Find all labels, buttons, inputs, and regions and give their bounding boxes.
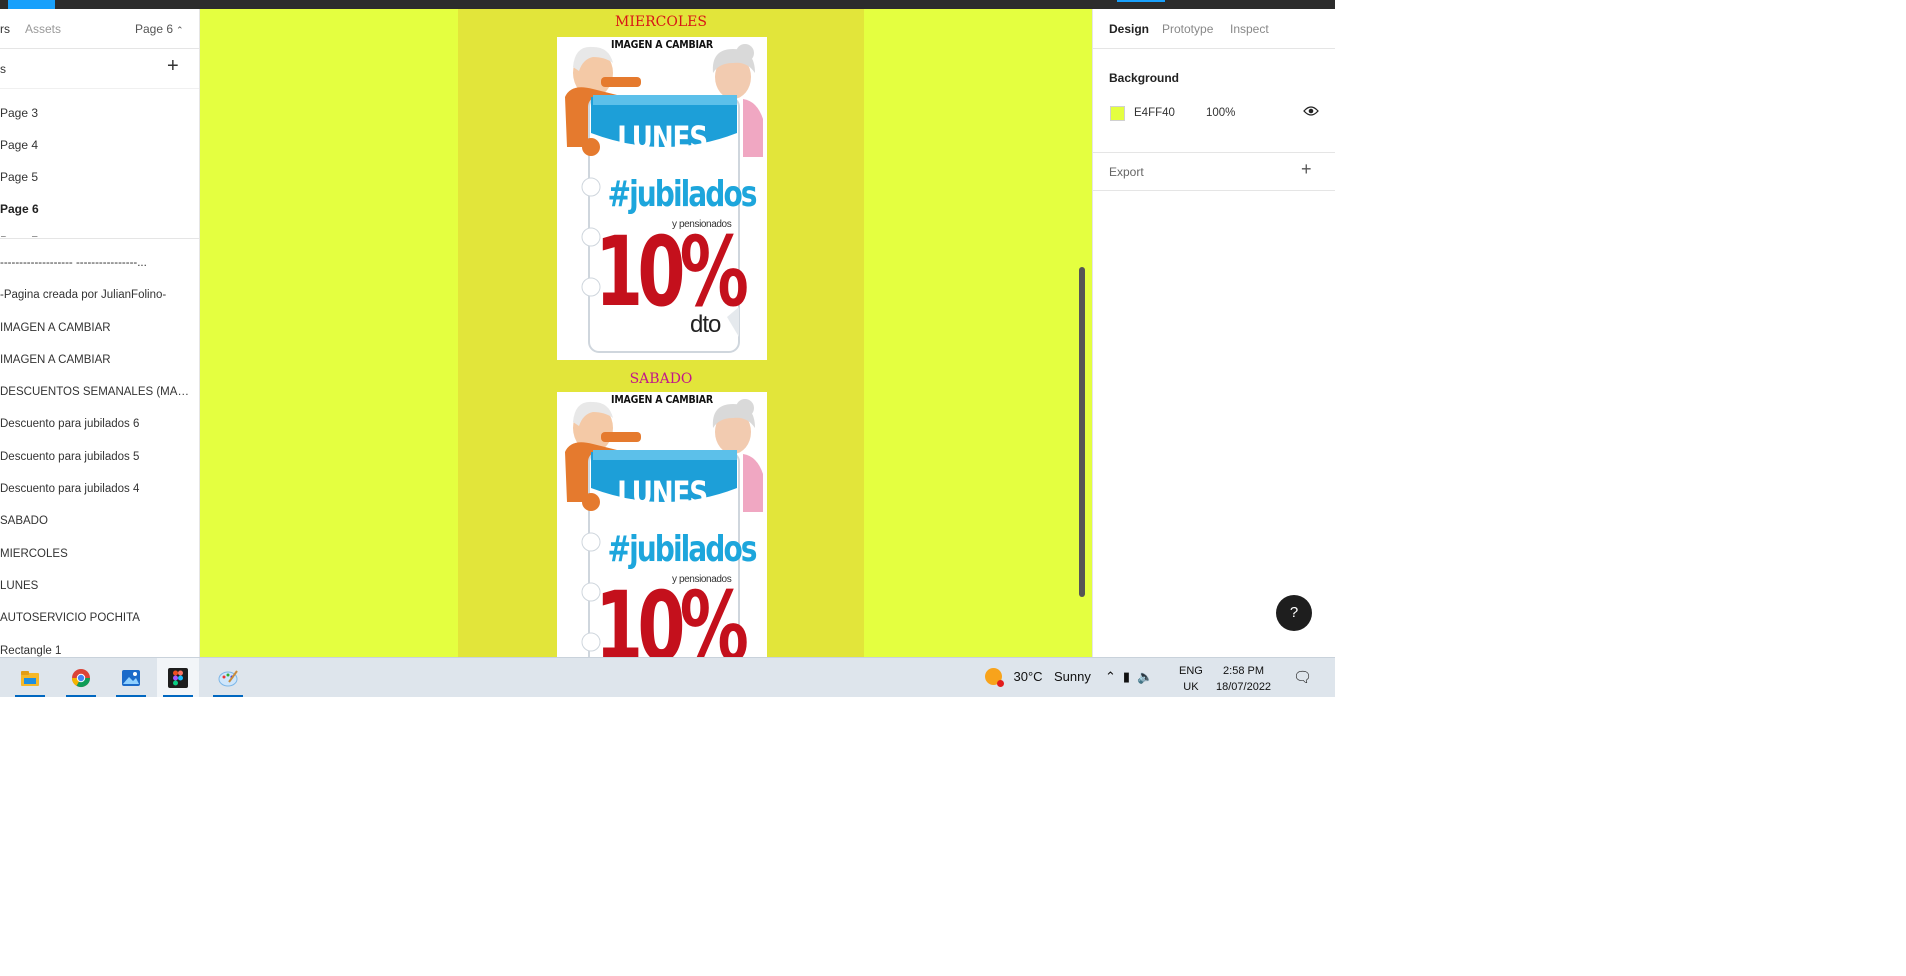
page-frame[interactable]: MIERCOLES IMAGEN A CAMBIAR LUNES #jubila… (458, 9, 864, 657)
figma-window: rs Assets Page 6 ⌃ s + Page 3 Page 4 Page… (0, 0, 1335, 697)
layer-item[interactable]: IMAGEN A CAMBIAR (0, 344, 192, 376)
promo-title: IMAGEN A CAMBIAR (611, 39, 713, 51)
top-toolbar (0, 0, 1335, 9)
windows-taskbar: 30°C Sunny ⌃▮🔈 ENG UK 2:58 PM 18/07/2022… (0, 657, 1335, 697)
day-label-miercoles[interactable]: MIERCOLES (458, 14, 864, 30)
background-color-swatch[interactable] (1110, 106, 1125, 121)
page-selector-label: Page 6 (135, 22, 174, 36)
add-export-icon[interactable]: + (1301, 159, 1312, 180)
layer-item[interactable]: AUTOSERVICIO POCHITA (0, 602, 192, 634)
layer-item[interactable]: Descuento para jubilados 4 (0, 473, 192, 505)
taskbar-running-indicator (66, 695, 96, 697)
layer-item[interactable]: -Pagina creada por JulianFolino- (0, 279, 192, 311)
taskbar-app-figma[interactable] (157, 658, 199, 697)
notification-icon[interactable]: 🗨 (1293, 668, 1312, 697)
page-item-3[interactable]: Page 3 (0, 97, 199, 129)
photos-icon (121, 668, 141, 688)
page-item-4[interactable]: Page 4 (0, 129, 199, 161)
figma-icon (168, 668, 188, 688)
taskbar-running-indicator (15, 695, 45, 697)
background-title: Background (1109, 71, 1180, 85)
chevron-up-icon[interactable]: ⌃ (1105, 669, 1123, 684)
weather-widget[interactable]: 30°C Sunny (985, 668, 1091, 697)
right-panel: Design Prototype Inspect Background E4FF… (1092, 9, 1335, 657)
page-item-7[interactable]: Page 7 (0, 225, 199, 237)
paint-icon (218, 668, 238, 688)
pages-header-label: s (0, 62, 6, 76)
tab-assets[interactable]: Assets (25, 22, 61, 36)
layer-item[interactable]: Descuento para jubilados 5 (0, 441, 192, 473)
layer-item[interactable]: IMAGEN A CAMBIAR (0, 312, 192, 344)
language-indicator[interactable]: ENG UK (1179, 663, 1203, 697)
clock[interactable]: 2:58 PM 18/07/2022 (1216, 663, 1271, 697)
layer-item[interactable]: LUNES (0, 570, 192, 602)
taskbar-app-photos[interactable] (110, 658, 152, 697)
language-region: UK (1183, 681, 1199, 693)
promo-title: IMAGEN A CAMBIAR (611, 394, 713, 406)
tab-design[interactable]: Design (1109, 22, 1149, 36)
share-button[interactable] (1117, 0, 1165, 2)
layer-item[interactable]: DESCUENTOS SEMANALES (MAR... (0, 376, 192, 408)
taskbar-running-indicator (116, 695, 146, 697)
chevron-up-icon: ⌃ (176, 25, 184, 35)
help-button[interactable]: ? (1276, 595, 1312, 631)
promo-dto: dto (690, 311, 721, 338)
tab-layers[interactable]: rs (0, 22, 10, 36)
language-code: ENG (1179, 665, 1203, 677)
export-section: Export + (1093, 153, 1335, 191)
chrome-icon (71, 668, 91, 688)
day-label-sabado[interactable]: SABADO (458, 371, 864, 387)
visibility-eye-icon[interactable] (1303, 104, 1319, 121)
clock-date: 18/07/2022 (1216, 681, 1272, 693)
layer-item[interactable]: MIERCOLES (0, 538, 192, 570)
canvas-scrollbar[interactable] (1079, 267, 1085, 597)
right-panel-tabs: Design Prototype Inspect (1093, 9, 1335, 49)
promo-percent: 10% (595, 216, 749, 328)
design-canvas[interactable]: MIERCOLES IMAGEN A CAMBIAR LUNES #jubila… (200, 9, 1092, 657)
taskbar-app-chrome[interactable] (60, 658, 102, 697)
taskbar-app-paint[interactable] (207, 658, 249, 697)
promo-percent: 10% (595, 571, 749, 657)
tab-inspect[interactable]: Inspect (1230, 22, 1269, 36)
battery-icon[interactable]: ▮ (1123, 669, 1137, 684)
background-hex-input[interactable]: E4FF40 (1134, 107, 1175, 119)
speaker-icon[interactable]: 🔈 (1137, 669, 1160, 684)
page-item-5[interactable]: Page 5 (0, 161, 199, 193)
promo-image[interactable]: IMAGEN A CAMBIAR LUNES #jubilados y pens… (557, 392, 767, 657)
promo-word-lunes: LUNES (617, 119, 708, 157)
taskbar-running-indicator (163, 695, 193, 697)
promo-image[interactable]: IMAGEN A CAMBIAR LUNES #jubilados y pens… (557, 37, 767, 360)
promo-word-jubilados: #jubilados (607, 174, 758, 215)
background-opacity-input[interactable]: 100% (1206, 107, 1235, 119)
taskbar-app-explorer[interactable] (9, 658, 51, 697)
clock-time: 2:58 PM (1223, 665, 1265, 677)
layer-item[interactable]: Rectangle 1 (0, 635, 192, 657)
pages-list: Page 3 Page 4 Page 5 Page 6 Page 7 (0, 97, 199, 237)
page-selector[interactable]: Page 6 ⌃ (135, 22, 184, 36)
layer-item[interactable]: ------------------- ----------------... (0, 247, 192, 279)
pages-header: s + (0, 49, 199, 89)
weather-condition: Sunny (1054, 669, 1091, 684)
toolbar-active-tool[interactable] (8, 0, 55, 9)
panel-divider[interactable] (0, 238, 199, 239)
promo-word-lunes: LUNES (617, 474, 708, 512)
export-label: Export (1109, 165, 1144, 179)
file-explorer-icon (20, 668, 40, 688)
taskbar-running-indicator (213, 695, 243, 697)
layer-item[interactable]: SABADO (0, 505, 192, 537)
background-section: Background E4FF40 100% (1093, 49, 1335, 153)
left-panel: rs Assets Page 6 ⌃ s + Page 3 Page 4 Page… (0, 9, 200, 657)
add-page-icon[interactable]: + (167, 55, 179, 78)
weather-temp: 30°C (1013, 669, 1043, 684)
weather-sun-icon (985, 668, 1004, 687)
promo-word-jubilados: #jubilados (607, 529, 758, 570)
page-item-6[interactable]: Page 6 (0, 193, 199, 225)
layer-item[interactable]: Descuento para jubilados 6 (0, 408, 192, 440)
layers-list: ------------------- ----------------... … (0, 247, 199, 657)
system-tray-icons: ⌃▮🔈 (1105, 669, 1160, 697)
tab-prototype[interactable]: Prototype (1162, 22, 1213, 36)
left-panel-tabs: rs Assets Page 6 ⌃ (0, 9, 199, 49)
